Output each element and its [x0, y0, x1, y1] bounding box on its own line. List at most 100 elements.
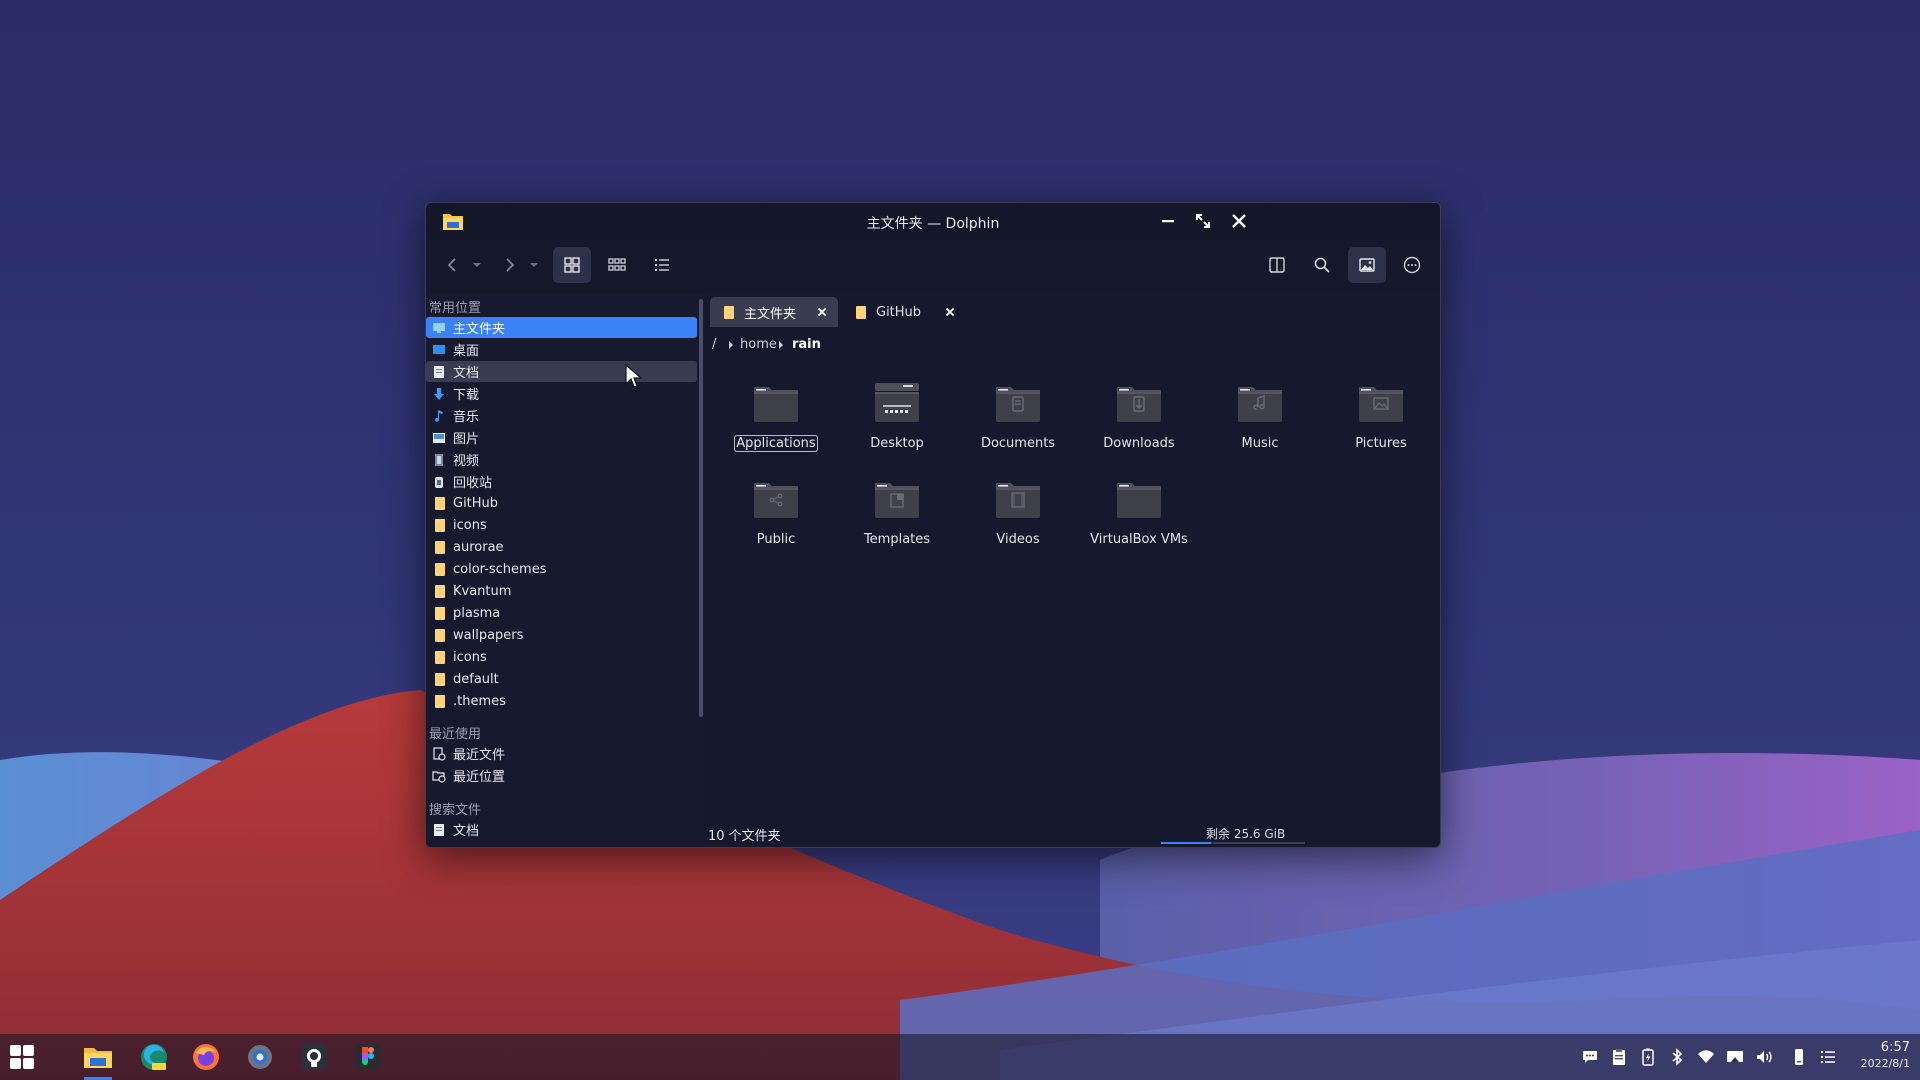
sidebar-item-search-documents[interactable]: 文档 — [426, 819, 697, 840]
download-icon — [432, 387, 446, 401]
sidebar-item-github[interactable]: GitHub — [426, 493, 697, 514]
minimize-button[interactable] — [1158, 211, 1178, 231]
folder-item[interactable]: Desktop — [847, 379, 947, 459]
sidebar-item-label: GitHub — [453, 496, 499, 511]
folder-icon — [432, 607, 446, 621]
folder-item[interactable]: Music — [1210, 379, 1310, 459]
toolbar — [426, 239, 1440, 293]
sidebar-item-color-schemes[interactable]: color-schemes — [426, 559, 697, 580]
device-tray-button[interactable] — [1789, 1047, 1809, 1067]
tab-home[interactable]: 主文件夹 — [710, 297, 838, 327]
folder-item[interactable]: Public — [726, 475, 826, 555]
sidebar-item-trash[interactable]: 回收站 — [426, 471, 697, 492]
breadcrumb-current[interactable]: rain — [792, 337, 821, 352]
sidebar-item-icons[interactable]: icons — [426, 515, 697, 536]
folder-name: Desktop — [870, 436, 924, 451]
sidebar-item-aurorae[interactable]: aurorae — [426, 537, 697, 558]
maximize-button[interactable] — [1193, 211, 1213, 231]
compact-view-button[interactable] — [598, 247, 636, 283]
forward-history-dropdown-icon[interactable] — [529, 261, 539, 269]
file-manager-icon — [84, 1048, 112, 1068]
folder-item[interactable]: Applications — [726, 379, 826, 459]
chat-tray-button[interactable] — [1580, 1047, 1600, 1067]
folder-item[interactable]: Documents — [968, 379, 1068, 459]
forward-button[interactable] — [490, 247, 528, 283]
file-manager-taskbar-button[interactable] — [82, 1041, 114, 1073]
sidebar-item-label: color-schemes — [453, 562, 547, 577]
icons-view-button[interactable] — [553, 247, 591, 283]
sidebar-item-plasma[interactable]: plasma — [426, 603, 697, 624]
clipboard-icon — [1613, 1049, 1625, 1065]
sidebar-item-home[interactable]: 主文件夹 — [426, 317, 697, 338]
folder-item[interactable]: Templates — [847, 475, 947, 555]
trash-icon — [432, 475, 446, 489]
folder-item[interactable]: Videos — [968, 475, 1068, 555]
settings-taskbar-button[interactable] — [244, 1041, 276, 1073]
sidebar-item-themes[interactable]: .themes — [426, 691, 697, 712]
folder-item[interactable]: VirtualBox VMs — [1089, 475, 1189, 555]
sidebar-item-videos[interactable]: 视频 — [426, 449, 697, 470]
display-icon — [1727, 1051, 1743, 1062]
sidebar-item-documents[interactable]: 文档 — [426, 361, 697, 382]
preview-toggle-button[interactable] — [1348, 247, 1386, 283]
close-button[interactable] — [1229, 211, 1249, 231]
breadcrumb-home[interactable]: home — [740, 337, 777, 352]
search-button[interactable] — [1303, 247, 1341, 283]
sidebar-item-wallpapers[interactable]: wallpapers — [426, 625, 697, 646]
sidebar-item-downloads[interactable]: 下载 — [426, 383, 697, 404]
sidebar-item-desktop[interactable]: 桌面 — [426, 339, 697, 360]
system-tray-menu-button[interactable] — [1818, 1047, 1838, 1067]
github-taskbar-button[interactable] — [298, 1041, 330, 1073]
folder-icon — [432, 541, 446, 555]
sidebar-item-icons-2[interactable]: icons — [426, 647, 697, 668]
sidebar-item-pictures[interactable]: 图片 — [426, 427, 697, 448]
sidebar-item-default[interactable]: default — [426, 669, 697, 690]
breadcrumb-root[interactable]: / — [712, 337, 716, 352]
video-icon — [432, 453, 446, 467]
sidebar-item-recent-files[interactable]: 最近文件 — [426, 743, 697, 764]
start-menu-button[interactable] — [6, 1041, 38, 1073]
phone-icon — [1795, 1049, 1803, 1065]
list-view-icon — [655, 259, 669, 271]
folder-icon — [432, 695, 446, 709]
clipboard-tray-button[interactable] — [1609, 1047, 1629, 1067]
split-view-button[interactable] — [1258, 247, 1296, 283]
back-button[interactable] — [434, 247, 472, 283]
sidebar-item-music[interactable]: 音乐 — [426, 405, 697, 426]
tab-github[interactable]: GitHub — [842, 297, 966, 327]
sidebar-item-label: 音乐 — [453, 410, 480, 425]
display-tray-button[interactable] — [1725, 1047, 1745, 1067]
figma-taskbar-button[interactable] — [352, 1041, 384, 1073]
tab-close-icon[interactable] — [944, 306, 956, 318]
sidebar-item-label: 主文件夹 — [453, 322, 506, 337]
folder-icon — [1117, 387, 1161, 422]
folder-item[interactable]: Pictures — [1331, 379, 1431, 459]
folder-icon — [724, 305, 734, 319]
title-bar[interactable]: 主文件夹 — Dolphin — [426, 203, 1440, 239]
folder-item[interactable]: Downloads — [1089, 379, 1189, 459]
search-section-header: 搜索文件 — [429, 803, 482, 818]
clock[interactable]: 6:57 2022/8/1 — [1840, 1040, 1910, 1070]
sidebar-item-recent-locations[interactable]: 最近位置 — [426, 765, 697, 786]
edge-dev-taskbar-button[interactable] — [138, 1041, 170, 1073]
sidebar-item-label: wallpapers — [453, 628, 524, 643]
picture-icon — [432, 431, 446, 445]
sidebar-item-label: 最近文件 — [453, 748, 506, 763]
details-view-button[interactable] — [643, 247, 681, 283]
sidebar-scrollbar[interactable] — [699, 299, 703, 717]
taskbar: 6:57 2022/8/1 — [0, 1034, 1920, 1080]
battery-tray-button[interactable] — [1638, 1047, 1658, 1067]
tab-close-icon[interactable] — [816, 306, 828, 318]
volume-tray-button[interactable] — [1754, 1047, 1774, 1067]
sidebar-item-kvantum[interactable]: Kvantum — [426, 581, 697, 602]
back-history-dropdown-icon[interactable] — [472, 261, 482, 269]
firefox-taskbar-button[interactable] — [190, 1041, 222, 1073]
free-space-label[interactable]: 剩余 25.6 GiB — [1206, 825, 1285, 842]
folder-name: Documents — [980, 436, 1056, 451]
wifi-tray-button[interactable] — [1696, 1047, 1716, 1067]
folder-name: Applications — [734, 435, 818, 452]
volume-icon — [1757, 1051, 1772, 1063]
menu-button[interactable] — [1393, 247, 1431, 283]
sidebar-item-label: Kvantum — [453, 584, 512, 599]
bluetooth-tray-button[interactable] — [1667, 1047, 1687, 1067]
